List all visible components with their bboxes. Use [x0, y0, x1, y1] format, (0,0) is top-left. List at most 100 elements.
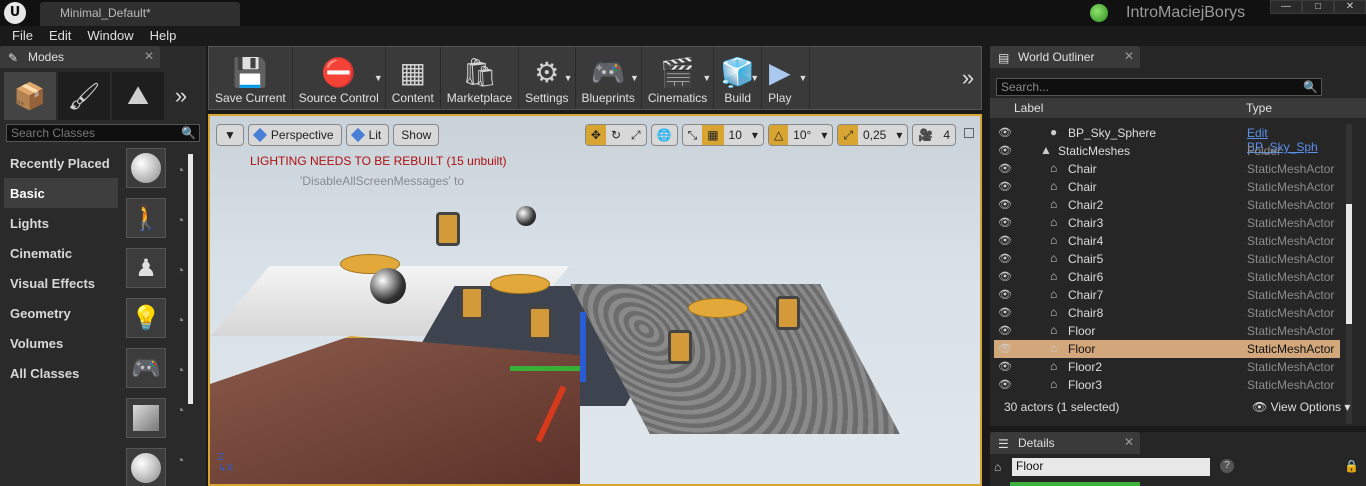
chair-mesh[interactable] — [776, 296, 800, 330]
visibility-eye-icon[interactable]: 👁 — [998, 234, 1012, 247]
settings-button[interactable]: ⚙ Settings ▼ — [519, 47, 576, 109]
world-outliner-tab[interactable]: ▤ World Outliner ✕ — [990, 46, 1140, 68]
blueprints-button[interactable]: 🎮 Blueprints ▼ — [576, 47, 642, 109]
outliner-row[interactable]: 👁 ⌂ Floor2 StaticMeshActor — [994, 358, 1340, 376]
category-lights[interactable]: Lights — [4, 208, 118, 238]
category-all-classes[interactable]: All Classes — [4, 358, 118, 388]
table-mesh[interactable] — [688, 298, 748, 318]
player-start-icon[interactable]: 🎮 — [126, 348, 166, 388]
build-button[interactable]: 🧊 Build ▼ — [714, 47, 763, 109]
toolbar-overflow-icon[interactable]: » — [955, 47, 981, 109]
camera-speed-value[interactable]: 4 — [938, 125, 955, 145]
show-button[interactable]: Show — [393, 124, 440, 146]
table-mesh[interactable] — [490, 274, 550, 294]
sphere-icon[interactable] — [126, 448, 166, 486]
close-button[interactable]: ✕ — [1334, 0, 1366, 14]
cube-icon[interactable] — [126, 398, 166, 438]
actor-name-field[interactable]: Floor — [1012, 458, 1210, 476]
outliner-row[interactable]: 👁 ⌂ Chair6 StaticMeshActor — [994, 268, 1340, 286]
maximize-button[interactable]: □ — [1302, 0, 1334, 14]
rotation-snap-icon[interactable]: △ — [768, 125, 789, 145]
outliner-row[interactable]: 👁 ⌂ Chair3 StaticMeshActor — [994, 214, 1340, 232]
menu-edit[interactable]: Edit — [41, 26, 79, 46]
visibility-eye-icon[interactable]: 👁 — [998, 324, 1012, 337]
scale-snap-value[interactable]: 0,25 — [858, 125, 891, 145]
category-basic[interactable]: Basic — [4, 178, 118, 208]
save-current-button[interactable]: 💾 Save Current — [209, 47, 293, 109]
visibility-eye-icon[interactable]: 👁 — [998, 378, 1012, 391]
scale-icon[interactable]: ⤢ — [626, 125, 646, 145]
character-icon[interactable]: 🚶 — [126, 198, 166, 238]
chevron-down-icon[interactable]: ▼ — [799, 73, 808, 83]
outliner-row[interactable]: 👁 ⌂ Chair7 StaticMeshActor — [994, 286, 1340, 304]
marketplace-button[interactable]: 🛍 Marketplace — [441, 47, 520, 109]
visibility-eye-icon[interactable]: 👁 — [998, 144, 1012, 157]
chevron-down-icon[interactable]: ▾ — [891, 125, 907, 145]
lit-button[interactable]: Lit — [345, 124, 390, 146]
info-icon[interactable]: ◔ — [176, 262, 186, 278]
gizmo-y-axis[interactable] — [510, 366, 580, 371]
level-viewport[interactable]: Z ↳X ▼ Perspective Lit Show ✥ ↻ ⤢ 🌐 ⤡ ▦ 1… — [208, 114, 982, 486]
asset-scrollbar[interactable] — [188, 154, 193, 404]
chevron-down-icon[interactable]: ▼ — [630, 73, 639, 83]
cinematics-button[interactable]: 🎬 Cinematics ▼ — [642, 47, 715, 109]
info-icon[interactable]: ◔ — [176, 402, 186, 418]
category-geometry[interactable]: Geometry — [4, 298, 118, 328]
outliner-row[interactable]: 👁 ⌂ Chair4 StaticMeshActor — [994, 232, 1340, 250]
camera-icon[interactable]: 🎥 — [913, 125, 938, 145]
outliner-scrollbar[interactable] — [1346, 124, 1352, 424]
menu-window[interactable]: Window — [79, 26, 141, 46]
label-column-header[interactable]: Label — [1014, 101, 1043, 115]
close-icon[interactable]: ✕ — [1124, 49, 1134, 63]
point-light-icon[interactable]: 💡 — [126, 298, 166, 338]
lock-icon[interactable]: 🔒 — [1344, 459, 1359, 473]
play-button[interactable]: ▶ Play ▼ — [762, 47, 811, 109]
close-icon[interactable]: ✕ — [144, 49, 154, 63]
chair-mesh[interactable] — [528, 306, 552, 340]
category-volumes[interactable]: Volumes — [4, 328, 118, 358]
chevron-down-icon[interactable]: ▼ — [564, 73, 573, 83]
details-tab[interactable]: ☰ Details ✕ — [990, 432, 1140, 454]
help-icon[interactable]: ? — [1220, 459, 1234, 473]
grid-snap-icon[interactable]: ▦ — [702, 125, 724, 145]
selected-floor[interactable] — [210, 336, 580, 484]
outliner-row[interactable]: 👁 ⌂ Floor3 StaticMeshActor — [994, 376, 1340, 394]
paint-mode-icon[interactable]: 🖌 — [58, 72, 110, 120]
perspective-button[interactable]: Perspective — [247, 124, 342, 146]
visibility-eye-icon[interactable]: 👁 — [998, 126, 1012, 139]
menu-help[interactable]: Help — [142, 26, 185, 46]
menu-file[interactable]: File — [4, 26, 41, 46]
outliner-row[interactable]: 👁 ⌂ Chair StaticMeshActor — [994, 160, 1340, 178]
info-icon[interactable]: ◔ — [176, 212, 186, 228]
outliner-row[interactable]: 👁 ⌂ Chair2 StaticMeshActor — [994, 196, 1340, 214]
translate-icon[interactable]: ✥ — [585, 125, 606, 145]
category-cinematic[interactable]: Cinematic — [4, 238, 118, 268]
outliner-search-input[interactable] — [997, 79, 1321, 95]
outliner-row[interactable]: 👁 ⌂ Chair5 StaticMeshActor — [994, 250, 1340, 268]
chair-mesh[interactable] — [436, 212, 460, 246]
pawn-icon[interactable]: ♟ — [126, 248, 166, 288]
gizmo-z-axis[interactable] — [580, 312, 586, 382]
outliner-row[interactable]: 👁 ⌂ Chair StaticMeshActor — [994, 178, 1340, 196]
outliner-row[interactable]: 👁 ● BP_Sky_Sphere Edit BP_Sky_Sph — [994, 124, 1340, 154]
chair-mesh[interactable] — [460, 286, 484, 320]
reflection-sphere[interactable] — [516, 206, 536, 226]
chevron-down-icon[interactable]: ▼ — [374, 73, 383, 83]
document-tab[interactable]: Minimal_Default* — [40, 2, 240, 26]
more-modes-icon[interactable]: » — [166, 72, 196, 116]
visibility-eye-icon[interactable]: 👁 — [998, 288, 1012, 301]
outliner-row[interactable]: 👁 ⌂ Floor StaticMeshActor — [994, 322, 1340, 340]
outliner-row[interactable]: 👁 ⌂ Chair8 StaticMeshActor — [994, 304, 1340, 322]
empty-actor-icon[interactable] — [126, 148, 166, 188]
category-recently-placed[interactable]: Recently Placed — [4, 148, 118, 178]
modes-tab[interactable]: ✎ Modes ✕ — [0, 46, 160, 68]
rotate-icon[interactable]: ↻ — [606, 125, 626, 145]
scale-snap-icon[interactable]: ⤢ — [838, 125, 858, 145]
info-icon[interactable]: ◔ — [176, 312, 186, 328]
search-classes-input[interactable] — [7, 125, 199, 141]
search-classes-field[interactable]: 🔍 — [6, 124, 200, 142]
scroll-thumb[interactable] — [1346, 204, 1352, 324]
surface-snap-icon[interactable]: ⤡ — [683, 125, 703, 145]
chevron-down-icon[interactable]: ▼ — [750, 73, 759, 83]
place-mode-icon[interactable]: 📦 — [4, 72, 56, 120]
